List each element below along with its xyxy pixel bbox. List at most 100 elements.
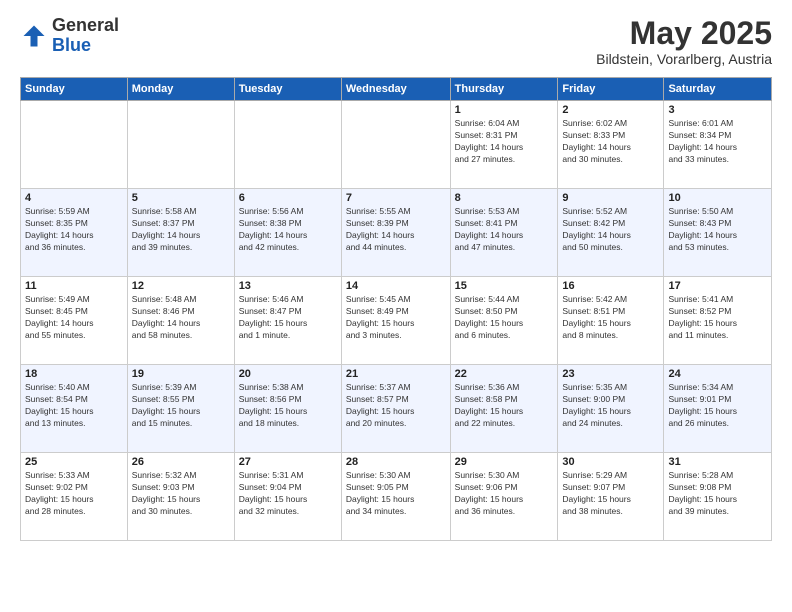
col-tuesday: Tuesday <box>234 78 341 101</box>
day-number: 1 <box>455 104 554 116</box>
day-info: Sunrise: 5:49 AM Sunset: 8:45 PM Dayligh… <box>25 294 123 342</box>
day-number: 19 <box>132 368 230 380</box>
table-row: 27 Sunrise: 5:31 AM Sunset: 9:04 PM Dayli… <box>234 453 341 541</box>
table-row: 6 Sunrise: 5:56 AM Sunset: 8:38 PM Daylig… <box>234 189 341 277</box>
col-monday: Monday <box>127 78 234 101</box>
title-block: May 2025 Bildstein, Vorarlberg, Austria <box>596 16 772 67</box>
table-row: 12Sunrise: 5:48 AM Sunset: 8:46 PM Dayli… <box>127 277 234 365</box>
day-info: Sunrise: 5:58 AM Sunset: 8:37 PM Dayligh… <box>132 206 230 254</box>
day-number: 28 <box>346 456 446 468</box>
day-number: 16 <box>562 280 659 292</box>
calendar-week-4: 18 Sunrise: 5:40 AM Sunset: 8:54 PM Dayli… <box>21 365 772 453</box>
table-row: 11 Sunrise: 5:49 AM Sunset: 8:45 PM Dayli… <box>21 277 128 365</box>
table-row: 13 Sunrise: 5:46 AM Sunset: 8:47 PM Dayli… <box>234 277 341 365</box>
day-info: Sunrise: 5:37 AM Sunset: 8:57 PM Dayligh… <box>346 382 446 430</box>
day-number: 18 <box>25 368 123 380</box>
location-subtitle: Bildstein, Vorarlberg, Austria <box>596 51 772 67</box>
day-info: Sunrise: 5:40 AM Sunset: 8:54 PM Dayligh… <box>25 382 123 430</box>
day-info: Sunrise: 5:38 AM Sunset: 8:56 PM Dayligh… <box>239 382 337 430</box>
col-saturday: Saturday <box>664 78 772 101</box>
table-row: 5 Sunrise: 5:58 AM Sunset: 8:37 PM Daylig… <box>127 189 234 277</box>
calendar-week-5: 25Sunrise: 5:33 AM Sunset: 9:02 PM Dayli… <box>21 453 772 541</box>
day-number: 10 <box>668 192 767 204</box>
header: General Blue May 2025 Bildstein, Vorarlb… <box>20 16 772 67</box>
table-row <box>21 101 128 189</box>
table-row: 21Sunrise: 5:37 AM Sunset: 8:57 PM Dayli… <box>341 365 450 453</box>
calendar-week-2: 4 Sunrise: 5:59 AM Sunset: 8:35 PM Daylig… <box>21 189 772 277</box>
day-info: Sunrise: 6:04 AM Sunset: 8:31 PM Dayligh… <box>455 118 554 166</box>
day-number: 31 <box>668 456 767 468</box>
day-info: Sunrise: 5:31 AM Sunset: 9:04 PM Dayligh… <box>239 470 337 518</box>
day-info: Sunrise: 5:41 AM Sunset: 8:52 PM Dayligh… <box>668 294 767 342</box>
table-row: 15 Sunrise: 5:44 AM Sunset: 8:50 PM Dayli… <box>450 277 558 365</box>
day-number: 4 <box>25 192 123 204</box>
table-row: 10 Sunrise: 5:50 AM Sunset: 8:43 PM Dayli… <box>664 189 772 277</box>
day-number: 27 <box>239 456 337 468</box>
day-number: 3 <box>668 104 767 116</box>
day-info: Sunrise: 5:56 AM Sunset: 8:38 PM Dayligh… <box>239 206 337 254</box>
day-number: 30 <box>562 456 659 468</box>
table-row: 14Sunrise: 5:45 AM Sunset: 8:49 PM Dayli… <box>341 277 450 365</box>
table-row: 1 Sunrise: 6:04 AM Sunset: 8:31 PM Daylig… <box>450 101 558 189</box>
day-info: Sunrise: 5:59 AM Sunset: 8:35 PM Dayligh… <box>25 206 123 254</box>
logo-text: General Blue <box>52 16 119 56</box>
col-thursday: Thursday <box>450 78 558 101</box>
day-number: 11 <box>25 280 123 292</box>
table-row: 29 Sunrise: 5:30 AM Sunset: 9:06 PM Dayli… <box>450 453 558 541</box>
day-number: 9 <box>562 192 659 204</box>
day-number: 20 <box>239 368 337 380</box>
day-number: 25 <box>25 456 123 468</box>
table-row: 26 Sunrise: 5:32 AM Sunset: 9:03 PM Dayli… <box>127 453 234 541</box>
day-number: 23 <box>562 368 659 380</box>
day-number: 5 <box>132 192 230 204</box>
day-info: Sunrise: 5:30 AM Sunset: 9:05 PM Dayligh… <box>346 470 446 518</box>
day-info: Sunrise: 5:36 AM Sunset: 8:58 PM Dayligh… <box>455 382 554 430</box>
table-row <box>127 101 234 189</box>
day-info: Sunrise: 6:02 AM Sunset: 8:33 PM Dayligh… <box>562 118 659 166</box>
table-row: 20 Sunrise: 5:38 AM Sunset: 8:56 PM Dayli… <box>234 365 341 453</box>
header-row: Sunday Monday Tuesday Wednesday Thursday… <box>21 78 772 101</box>
day-info: Sunrise: 5:50 AM Sunset: 8:43 PM Dayligh… <box>668 206 767 254</box>
day-info: Sunrise: 5:30 AM Sunset: 9:06 PM Dayligh… <box>455 470 554 518</box>
logo: General Blue <box>20 16 119 56</box>
table-row: 17Sunrise: 5:41 AM Sunset: 8:52 PM Dayli… <box>664 277 772 365</box>
day-info: Sunrise: 5:35 AM Sunset: 9:00 PM Dayligh… <box>562 382 659 430</box>
page: General Blue May 2025 Bildstein, Vorarlb… <box>0 0 792 612</box>
day-info: Sunrise: 5:28 AM Sunset: 9:08 PM Dayligh… <box>668 470 767 518</box>
day-info: Sunrise: 6:01 AM Sunset: 8:34 PM Dayligh… <box>668 118 767 166</box>
day-info: Sunrise: 5:53 AM Sunset: 8:41 PM Dayligh… <box>455 206 554 254</box>
day-number: 26 <box>132 456 230 468</box>
table-row: 19 Sunrise: 5:39 AM Sunset: 8:55 PM Dayli… <box>127 365 234 453</box>
table-row: 8 Sunrise: 5:53 AM Sunset: 8:41 PM Daylig… <box>450 189 558 277</box>
day-number: 6 <box>239 192 337 204</box>
table-row: 16Sunrise: 5:42 AM Sunset: 8:51 PM Dayli… <box>558 277 664 365</box>
table-row: 2Sunrise: 6:02 AM Sunset: 8:33 PM Daylig… <box>558 101 664 189</box>
col-friday: Friday <box>558 78 664 101</box>
table-row: 22 Sunrise: 5:36 AM Sunset: 8:58 PM Dayli… <box>450 365 558 453</box>
logo-icon <box>20 22 48 50</box>
day-number: 22 <box>455 368 554 380</box>
day-info: Sunrise: 5:46 AM Sunset: 8:47 PM Dayligh… <box>239 294 337 342</box>
table-row <box>234 101 341 189</box>
calendar-week-3: 11 Sunrise: 5:49 AM Sunset: 8:45 PM Dayli… <box>21 277 772 365</box>
day-number: 13 <box>239 280 337 292</box>
logo-blue: Blue <box>52 36 119 56</box>
day-number: 24 <box>668 368 767 380</box>
day-number: 29 <box>455 456 554 468</box>
day-info: Sunrise: 5:39 AM Sunset: 8:55 PM Dayligh… <box>132 382 230 430</box>
table-row: 9Sunrise: 5:52 AM Sunset: 8:42 PM Daylig… <box>558 189 664 277</box>
day-info: Sunrise: 5:45 AM Sunset: 8:49 PM Dayligh… <box>346 294 446 342</box>
day-info: Sunrise: 5:32 AM Sunset: 9:03 PM Dayligh… <box>132 470 230 518</box>
calendar-week-1: 1 Sunrise: 6:04 AM Sunset: 8:31 PM Daylig… <box>21 101 772 189</box>
day-info: Sunrise: 5:34 AM Sunset: 9:01 PM Dayligh… <box>668 382 767 430</box>
day-info: Sunrise: 5:44 AM Sunset: 8:50 PM Dayligh… <box>455 294 554 342</box>
day-number: 8 <box>455 192 554 204</box>
table-row: 18 Sunrise: 5:40 AM Sunset: 8:54 PM Dayli… <box>21 365 128 453</box>
day-number: 15 <box>455 280 554 292</box>
table-row: 30 Sunrise: 5:29 AM Sunset: 9:07 PM Dayli… <box>558 453 664 541</box>
table-row: 28 Sunrise: 5:30 AM Sunset: 9:05 PM Dayli… <box>341 453 450 541</box>
day-info: Sunrise: 5:29 AM Sunset: 9:07 PM Dayligh… <box>562 470 659 518</box>
table-row: 31 Sunrise: 5:28 AM Sunset: 9:08 PM Dayli… <box>664 453 772 541</box>
table-row: 25Sunrise: 5:33 AM Sunset: 9:02 PM Dayli… <box>21 453 128 541</box>
table-row: 24 Sunrise: 5:34 AM Sunset: 9:01 PM Dayli… <box>664 365 772 453</box>
